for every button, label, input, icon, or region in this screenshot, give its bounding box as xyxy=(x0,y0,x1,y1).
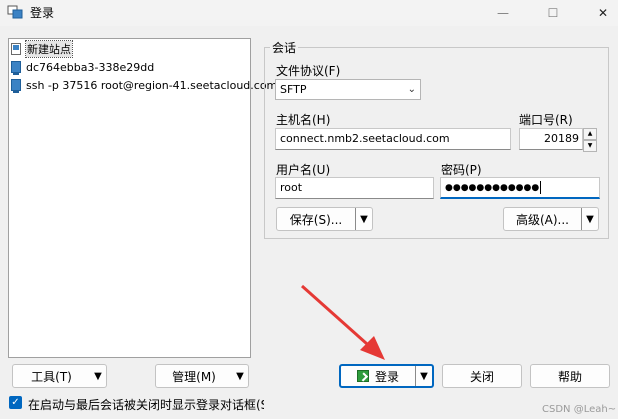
annotation-arrow-overlay xyxy=(301,284,385,360)
annotation-arrow-icon xyxy=(301,284,377,354)
